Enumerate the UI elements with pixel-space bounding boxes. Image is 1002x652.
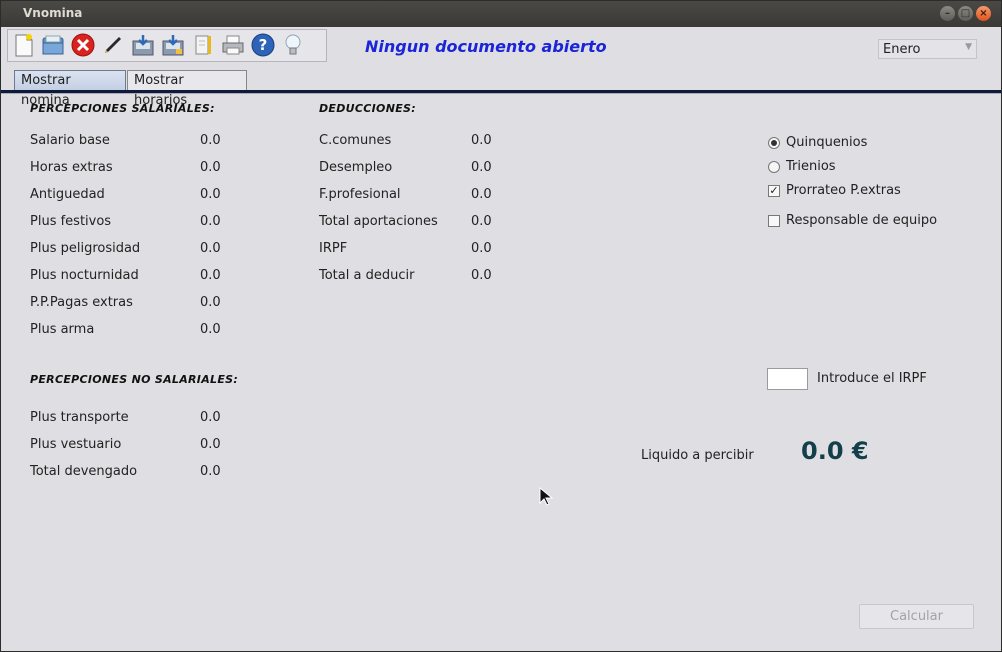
label-plus-vestuario: Plus vestuario (30, 437, 122, 452)
save-as-disk-icon[interactable] (160, 32, 186, 58)
value-plus-peligrosidad: 0.0 (200, 241, 221, 256)
lightbulb-icon[interactable] (280, 32, 306, 58)
checkbox-prorrateo-label: Prorrateo P.extras (786, 183, 901, 198)
tab-mostrar-nomina[interactable]: Mostrar nomina (14, 70, 126, 108)
calcular-button[interactable]: Calcular (859, 604, 974, 629)
close-red-icon[interactable] (70, 32, 96, 58)
label-total-devengado: Total devengado (30, 464, 138, 479)
tab-underline (1, 90, 1001, 94)
label-irpf: IRPF (319, 241, 348, 256)
section-title-percepciones-no-salariales: PERCEPCIONES NO SALARIALES: (30, 373, 239, 386)
value-antiguedad: 0.0 (200, 187, 221, 202)
irpf-input-label: Introduce el IRPF (817, 371, 927, 386)
irpf-input[interactable] (767, 368, 808, 390)
help-icon[interactable]: ? (250, 32, 276, 58)
minimize-button[interactable]: – (940, 6, 955, 21)
new-document-icon[interactable] (10, 32, 36, 58)
window-title: Vnomina (23, 6, 83, 20)
radio-trienios[interactable]: Trienios (768, 159, 836, 174)
value-f-profesional: 0.0 (471, 187, 492, 202)
checkbox-unchecked-icon (768, 214, 780, 227)
app-window: Vnomina – □ × ? Ningun documento abierto… (0, 0, 1002, 652)
radio-selected-icon (768, 136, 780, 149)
svg-text:?: ? (259, 36, 268, 54)
checkbox-responsable[interactable]: Responsable de equipo (768, 213, 937, 228)
open-folder-icon[interactable] (40, 32, 66, 58)
month-select[interactable]: Enero ▼ (878, 39, 977, 59)
value-horas-extras: 0.0 (200, 160, 221, 175)
value-plus-vestuario: 0.0 (200, 437, 221, 452)
section-title-percepciones-salariales: PERCEPCIONES SALARIALES: (30, 102, 215, 115)
value-plus-transporte: 0.0 (200, 410, 221, 425)
checkbox-checked-icon: ✓ (768, 183, 780, 197)
radio-unselected-icon (768, 160, 780, 173)
document-status-heading: Ningun documento abierto (365, 37, 607, 56)
value-c-comunes: 0.0 (471, 133, 492, 148)
tab-mostrar-horarios[interactable]: Mostrar horarios (127, 70, 247, 108)
mouse-cursor-icon (539, 486, 554, 511)
close-window-button[interactable]: × (976, 6, 991, 21)
checkbox-prorrateo[interactable]: ✓ Prorrateo P.extras (768, 183, 901, 198)
chevron-down-icon: ▼ (965, 42, 972, 52)
label-salario-base: Salario base (30, 133, 110, 148)
label-plus-transporte: Plus transporte (30, 410, 129, 425)
radio-quinquenios-label: Quinquenios (786, 135, 868, 150)
label-plus-arma: Plus arma (30, 322, 95, 337)
label-plus-nocturnidad: Plus nocturnidad (30, 268, 139, 283)
label-plus-festivos: Plus festivos (30, 214, 112, 229)
value-total-a-deducir: 0.0 (471, 268, 492, 283)
notebook-icon[interactable] (190, 32, 216, 58)
label-horas-extras: Horas extras (30, 160, 113, 175)
label-pp-pagas-extras: P.P.Pagas extras (30, 295, 133, 310)
month-select-value: Enero (883, 42, 921, 57)
radio-quinquenios[interactable]: Quinquenios (768, 135, 867, 150)
liquido-value: 0.0 € (801, 437, 869, 465)
value-total-aportaciones: 0.0 (471, 214, 492, 229)
title-bar: Vnomina – □ × (1, 1, 1001, 27)
label-total-a-deducir: Total a deducir (319, 268, 415, 283)
value-plus-nocturnidad: 0.0 (200, 268, 221, 283)
save-disk-icon[interactable] (130, 32, 156, 58)
radio-trienios-label: Trienios (786, 159, 836, 174)
value-salario-base: 0.0 (200, 133, 221, 148)
label-plus-peligrosidad: Plus peligrosidad (30, 241, 141, 256)
maximize-button[interactable]: □ (958, 6, 973, 21)
value-pp-pagas-extras: 0.0 (200, 295, 221, 310)
toolbar: ? (7, 29, 327, 62)
printer-icon[interactable] (220, 32, 246, 58)
value-plus-arma: 0.0 (200, 322, 221, 337)
liquido-label: Liquido a percibir (641, 448, 754, 463)
section-title-deducciones: DEDUCCIONES: (319, 102, 416, 115)
label-desempleo: Desempleo (319, 160, 393, 175)
value-total-devengado: 0.0 (200, 464, 221, 479)
pencil-icon[interactable] (100, 32, 126, 58)
value-plus-festivos: 0.0 (200, 214, 221, 229)
label-c-comunes: C.comunes (319, 133, 392, 148)
checkbox-responsable-label: Responsable de equipo (786, 213, 938, 228)
label-f-profesional: F.profesional (319, 187, 401, 202)
label-total-aportaciones: Total aportaciones (319, 214, 438, 229)
value-desempleo: 0.0 (471, 160, 492, 175)
label-antiguedad: Antiguedad (30, 187, 105, 202)
value-irpf: 0.0 (471, 241, 492, 256)
